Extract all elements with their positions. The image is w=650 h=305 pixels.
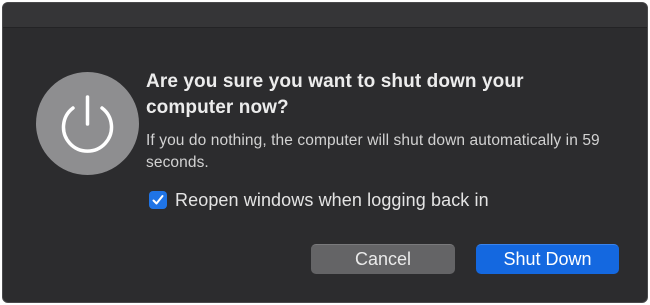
reopen-windows-checkbox[interactable] <box>149 191 167 209</box>
power-icon <box>36 72 139 175</box>
reopen-windows-checkbox-row[interactable]: Reopen windows when logging back in <box>149 188 489 212</box>
checkmark-icon <box>152 195 164 205</box>
shutdown-dialog: Are you sure you want to shut down your … <box>2 2 648 303</box>
dialog-title: Are you sure you want to shut down your … <box>146 71 524 118</box>
dialog-content: Are you sure you want to shut down your … <box>146 69 616 174</box>
reopen-windows-label[interactable]: Reopen windows when logging back in <box>175 190 489 211</box>
shut-down-button[interactable]: Shut Down <box>476 244 619 274</box>
dialog-titlebar <box>3 3 647 28</box>
cancel-button[interactable]: Cancel <box>311 244 455 274</box>
dialog-message: If you do nothing, the computer will shu… <box>146 132 600 171</box>
